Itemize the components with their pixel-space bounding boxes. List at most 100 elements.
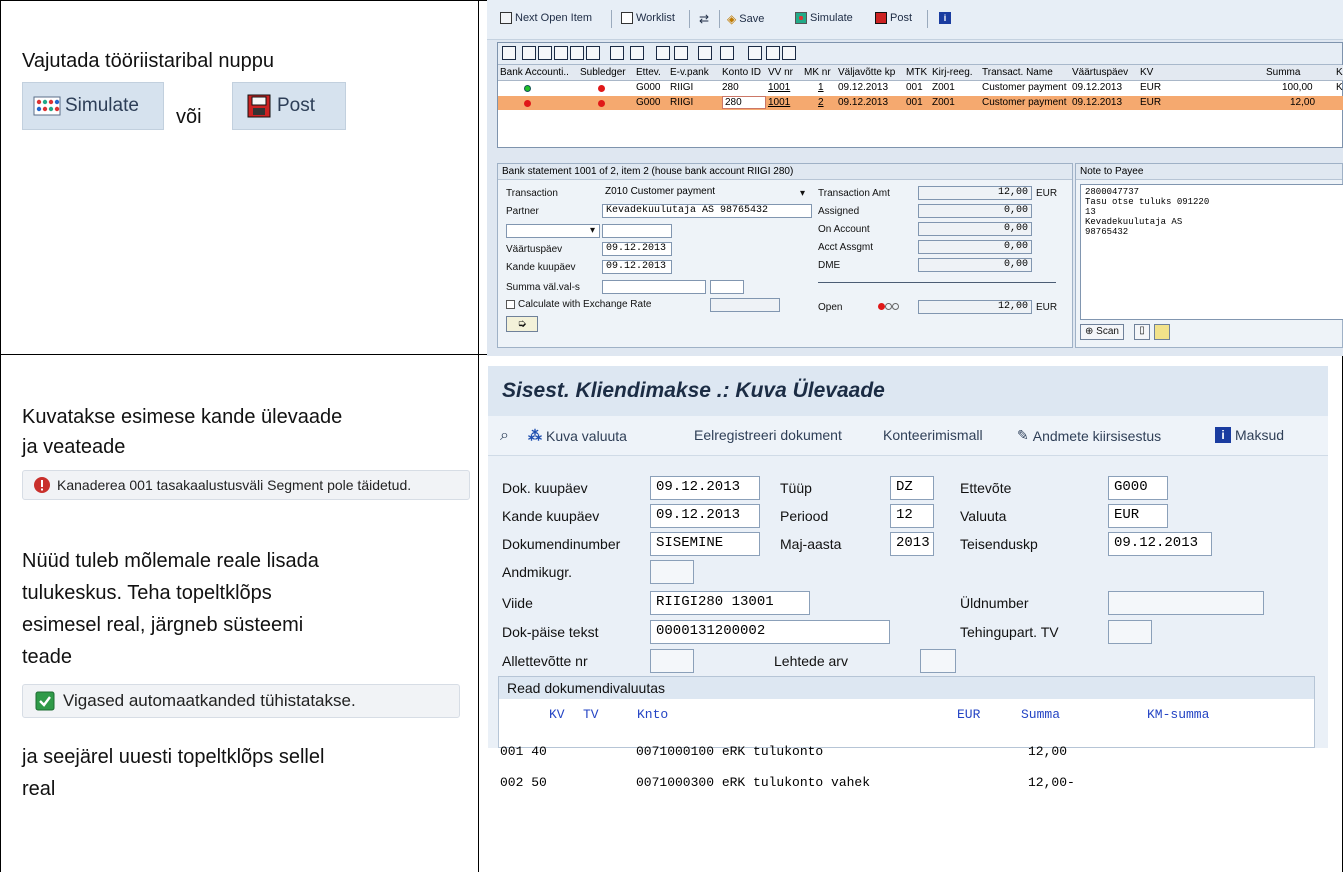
col-header[interactable]: E-v.pank [670, 67, 709, 78]
subtotal-icon[interactable] [630, 46, 644, 60]
konto-cell[interactable]: 280 [722, 96, 766, 109]
col-header[interactable]: Konto ID [722, 67, 761, 78]
extra-dropdown[interactable] [506, 224, 600, 238]
calc-checkbox[interactable] [506, 300, 515, 309]
col-header[interactable]: Subledger [580, 67, 626, 78]
mk-link[interactable]: 2 [818, 97, 824, 108]
tehingupart-field[interactable] [1108, 620, 1152, 644]
partner-field[interactable]: Kevadekuulutaja AS 98765432 [602, 204, 812, 218]
line-amount: 12,00- [1028, 775, 1075, 790]
ettevote-field[interactable]: G000 [1108, 476, 1168, 500]
summa-valval-field[interactable] [602, 280, 706, 294]
col-header[interactable]: Transact. Name [982, 67, 1053, 78]
simulate-label: Simulate [810, 12, 853, 24]
kande-kuupaev-field[interactable]: 09.12.2013 [650, 504, 760, 528]
post-button[interactable]: Post [875, 12, 912, 24]
simulate-button[interactable]: Simulate [795, 12, 853, 24]
print-icon[interactable] [522, 46, 536, 60]
view-icon[interactable] [698, 46, 712, 60]
kande-field[interactable]: 09.12.2013 [602, 260, 672, 274]
col-header[interactable]: VV nr [768, 67, 793, 78]
col-header[interactable]: Summa [1266, 67, 1300, 78]
col-header[interactable]: Väljavõtte kp [838, 67, 895, 78]
periood-label: Periood [780, 508, 829, 524]
teisenduskp-field[interactable]: 09.12.2013 [1108, 532, 1212, 556]
allettevotte-field[interactable] [650, 649, 694, 673]
col-header[interactable]: Väärtuspäev [1072, 67, 1128, 78]
eelregistreeri-button[interactable]: Eelregistreeri dokument [694, 427, 842, 443]
line-position[interactable]: 002 50 [500, 775, 547, 790]
viide-field[interactable]: RIIGI280 13001 [650, 591, 810, 615]
execute-button[interactable]: ➭ [506, 316, 538, 332]
line-account[interactable]: 0071000100 eRK tulukonto [636, 744, 823, 759]
find-next-icon[interactable] [570, 46, 584, 60]
periood-field[interactable]: 12 [890, 504, 934, 528]
table-row[interactable]: G000 RIIGI 280 1001 1 09.12.2013 001 Z00… [498, 81, 1343, 95]
col-header[interactable]: MK nr [804, 67, 831, 78]
maksud-button[interactable]: i Maksud [1215, 427, 1284, 443]
details-icon[interactable] [502, 46, 516, 60]
line-position[interactable]: 001 40 [500, 744, 547, 759]
tuup-field[interactable]: DZ [890, 476, 934, 500]
col-header[interactable]: Kirj-reeg. [932, 67, 973, 78]
majaasta-field[interactable]: 2013 [890, 532, 934, 556]
col-header[interactable]: Bank Accounti.. [500, 67, 569, 78]
col-header[interactable]: K [1336, 67, 1343, 78]
lehtede-field[interactable] [920, 649, 956, 673]
next-open-item-button[interactable]: Next Open Item [500, 12, 592, 24]
konto-cell: 280 [722, 82, 739, 93]
info-icon: i [1215, 427, 1231, 443]
save-button[interactable]: ◈ Save [727, 12, 764, 26]
graphic-icon[interactable] [748, 46, 762, 60]
k-cell: K [1336, 82, 1343, 93]
transaction-dropdown[interactable]: Z010 Customer payment [602, 186, 812, 200]
scan-button[interactable]: ⊕ Scan [1080, 324, 1124, 340]
table-row-selected[interactable]: G000 RIIGI 280 1001 2 09.12.2013 001 Z00… [498, 96, 1343, 110]
dok-kuupaev-label: Dok. kuupäev [502, 480, 588, 496]
worklist-button[interactable]: Worklist [621, 12, 675, 24]
line-account[interactable]: 0071000300 eRK tulukonto vahek [636, 775, 870, 790]
valuuta-field[interactable]: EUR [1108, 504, 1168, 528]
display-button[interactable]: ⌕ [500, 427, 509, 445]
info-button[interactable]: i [939, 12, 951, 24]
export-icon[interactable] [674, 46, 688, 60]
refresh-button[interactable]: ⇄ [699, 12, 709, 26]
col-header[interactable]: MTK [906, 67, 927, 78]
sum-icon[interactable] [610, 46, 624, 60]
dme-label: DME [818, 260, 841, 271]
find-icon[interactable] [554, 46, 568, 60]
chevron-down-icon[interactable]: ▾ [800, 188, 805, 199]
konteerimismall-button[interactable]: Konteerimismall [883, 427, 983, 443]
andmete-kiirsisestus-button[interactable]: ✎ Andmete kiirsisestus [1017, 427, 1161, 444]
kuva-valuuta-button[interactable]: ⁂ Kuva valuuta [528, 427, 627, 444]
uldnumber-field[interactable] [1108, 591, 1264, 615]
info-icon[interactable] [766, 46, 780, 60]
vv-link[interactable]: 1001 [768, 97, 790, 108]
filter-icon[interactable] [538, 46, 552, 60]
dokumendinumber-field[interactable]: SISEMINE [650, 532, 760, 556]
col-header[interactable]: KV [1140, 67, 1153, 78]
summa-valval-cur[interactable] [710, 280, 744, 294]
set-filter-icon[interactable] [586, 46, 600, 60]
error-icon [34, 477, 50, 493]
print-preview-icon[interactable] [656, 46, 670, 60]
instruction-text-3d: teade [22, 646, 73, 668]
vv-link[interactable]: 1001 [768, 82, 790, 93]
assign-icon[interactable] [782, 46, 796, 60]
dok-kuupaev-field[interactable]: 09.12.2013 [650, 476, 760, 500]
color-icon[interactable] [1154, 324, 1170, 340]
dokpaise-field[interactable]: 0000131200002 [650, 620, 890, 644]
open-currency: EUR [1036, 302, 1058, 313]
mk-link[interactable]: 1 [818, 82, 824, 93]
note-textarea[interactable]: 2800047737 Tasu otse tuluks 091220 13 Ke… [1080, 184, 1343, 320]
extra-field[interactable] [602, 224, 672, 238]
andmikugr-field[interactable] [650, 560, 694, 584]
col-header[interactable]: Ettev. [636, 67, 661, 78]
layout-icon[interactable] [720, 46, 734, 60]
open-status-led [878, 302, 899, 313]
instruction-text-2b: ja veateade [22, 436, 126, 458]
chevron-down-icon[interactable]: ▾ [590, 225, 595, 236]
vaartuspaev-field[interactable]: 09.12.2013 [602, 242, 672, 256]
delete-icon[interactable]: ▯ [1134, 324, 1150, 340]
kv-cell: EUR [1140, 82, 1162, 93]
